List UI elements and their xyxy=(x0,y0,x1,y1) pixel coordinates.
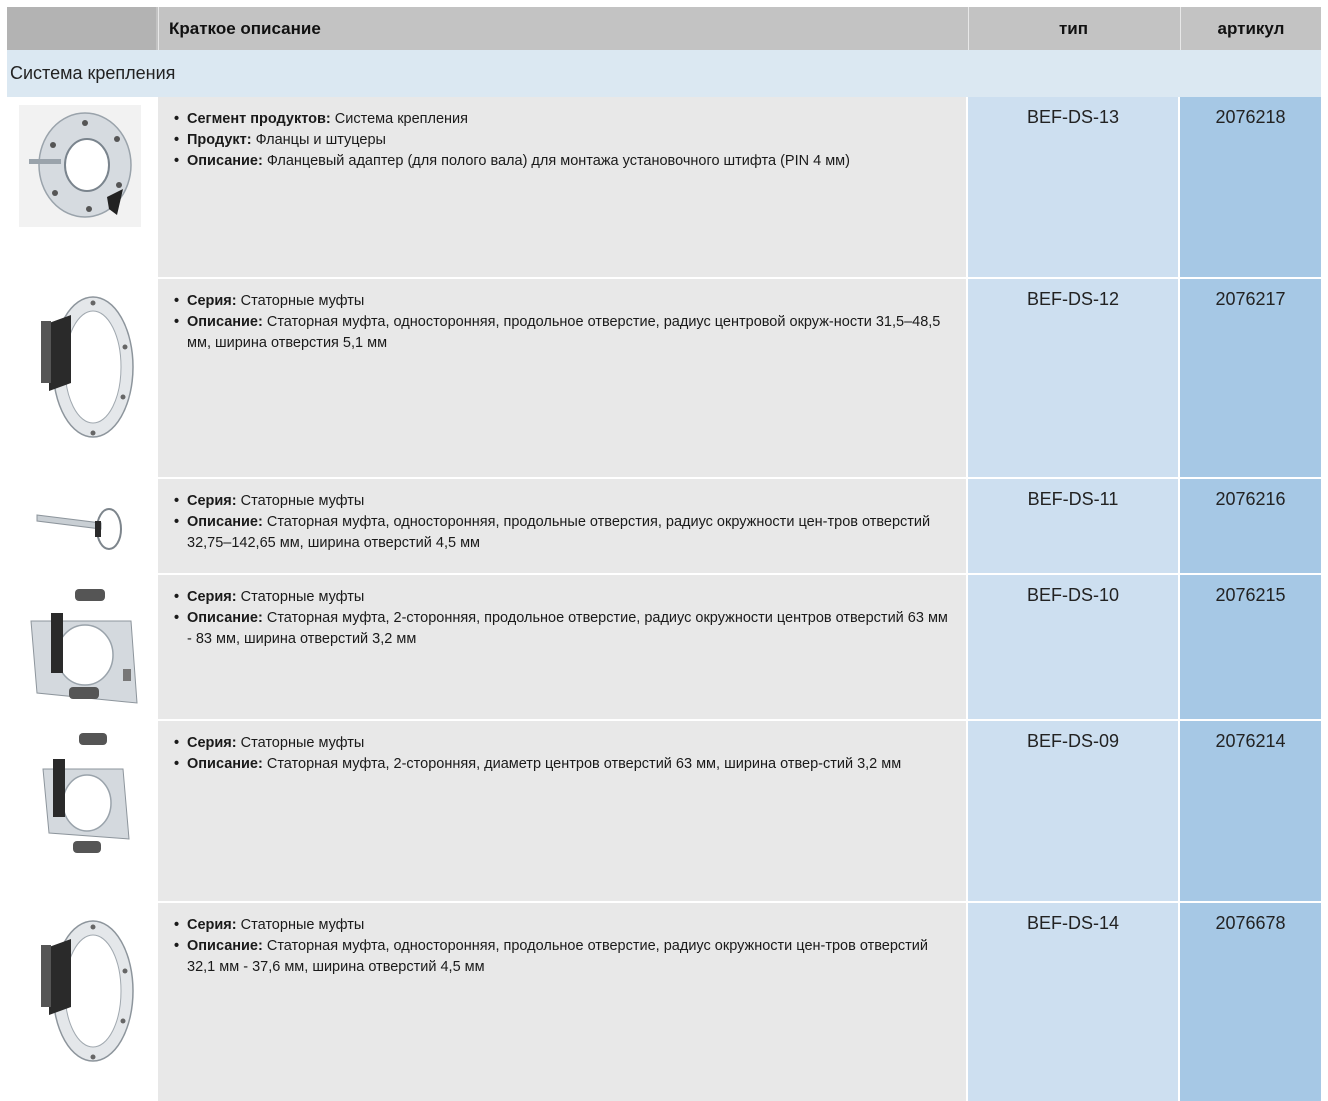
product-image-cell xyxy=(7,901,156,1101)
table-row: Серия: Статорные муфты Описание: Статорн… xyxy=(7,719,1321,901)
table-row: Серия: Статорные муфты Описание: Статорн… xyxy=(7,901,1321,1101)
product-image-cell xyxy=(7,97,156,277)
table-row: Серия: Статорные муфты Описание: Статорн… xyxy=(7,477,1321,573)
list-item: Серия: Статорные муфты xyxy=(174,915,948,936)
product-description: Серия: Статорные муфты Описание: Статорн… xyxy=(158,573,966,719)
list-item: Описание: Статорная муфта, 2-сторонняя, … xyxy=(174,754,948,775)
stator-coupling-two-sided-icon xyxy=(42,733,130,853)
list-item: Серия: Статорные муфты xyxy=(174,587,948,608)
header-type: тип xyxy=(968,7,1178,50)
product-article[interactable]: 2076214 xyxy=(1180,719,1321,901)
product-article[interactable]: 2076678 xyxy=(1180,901,1321,1101)
header-image-col xyxy=(7,7,156,50)
header-desc: Краткое описание xyxy=(158,7,966,50)
list-item: Серия: Статорные муфты xyxy=(174,733,948,754)
product-type: BEF-DS-14 xyxy=(968,901,1178,1101)
table-row: Серия: Статорные муфты Описание: Статорн… xyxy=(7,277,1321,477)
product-image-cell xyxy=(7,277,156,477)
stator-coupling-icon xyxy=(41,296,134,438)
product-description: Серия: Статорные муфты Описание: Статорн… xyxy=(158,901,966,1101)
table-row: Серия: Статорные муфты Описание: Статорн… xyxy=(7,573,1321,719)
product-description: Серия: Статорные муфты Описание: Статорн… xyxy=(158,477,966,573)
list-item: Описание: Статорная муфта, односторонняя… xyxy=(174,936,948,978)
stator-coupling-long-arm-icon xyxy=(36,508,122,550)
list-item: Описание: Статорная муфта, односторонняя… xyxy=(174,512,948,554)
product-image-cell xyxy=(7,719,156,901)
section-title: Система крепления xyxy=(7,50,1321,97)
list-item: Описание: Фланцевый адаптер (для полого … xyxy=(174,151,948,172)
product-description: Сегмент продуктов: Система крепления Про… xyxy=(158,97,966,277)
product-image-cell xyxy=(7,477,156,573)
product-type: BEF-DS-12 xyxy=(968,277,1178,477)
list-item: Серия: Статорные муфты xyxy=(174,291,948,312)
header-article: артикул xyxy=(1180,7,1321,50)
product-article[interactable]: 2076215 xyxy=(1180,573,1321,719)
list-item: Продукт: Фланцы и штуцеры xyxy=(174,130,948,151)
product-article[interactable]: 2076217 xyxy=(1180,277,1321,477)
product-description: Серия: Статорные муфты Описание: Статорн… xyxy=(158,277,966,477)
table-header: Краткое описание тип артикул xyxy=(7,7,1321,50)
list-item: Описание: Статорная муфта, односторонняя… xyxy=(174,312,948,354)
product-type: BEF-DS-10 xyxy=(968,573,1178,719)
product-image-cell xyxy=(7,573,156,719)
product-type: BEF-DS-09 xyxy=(968,719,1178,901)
list-item: Сегмент продуктов: Система крепления xyxy=(174,109,948,130)
product-article[interactable]: 2076216 xyxy=(1180,477,1321,573)
product-type: BEF-DS-11 xyxy=(968,477,1178,573)
table-row: Сегмент продуктов: Система крепления Про… xyxy=(7,97,1321,277)
product-table: Краткое описание тип артикул Система кре… xyxy=(7,7,1321,1101)
stator-coupling-two-sided-icon xyxy=(30,589,138,704)
list-item: Описание: Статорная муфта, 2-сторонняя, … xyxy=(174,608,948,650)
product-type: BEF-DS-13 xyxy=(968,97,1178,277)
stator-coupling-icon xyxy=(41,920,134,1062)
flange-adapter-icon xyxy=(19,105,141,227)
list-item: Серия: Статорные муфты xyxy=(174,491,948,512)
product-description: Серия: Статорные муфты Описание: Статорн… xyxy=(158,719,966,901)
product-article[interactable]: 2076218 xyxy=(1180,97,1321,277)
